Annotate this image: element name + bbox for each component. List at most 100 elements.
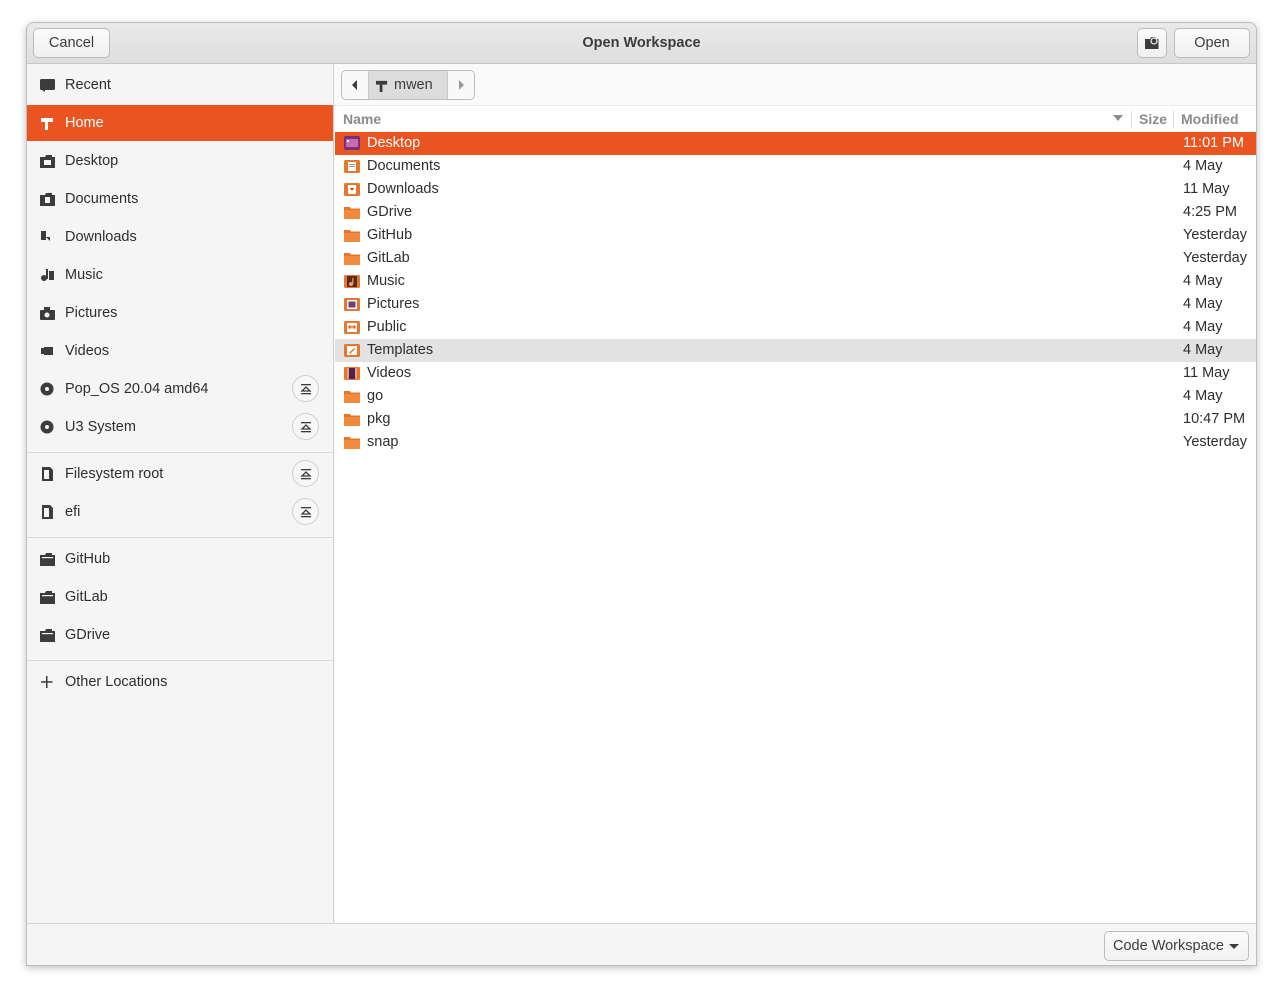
column-size[interactable]: Size (1139, 111, 1167, 127)
sidebar-separator (27, 660, 333, 661)
sidebar-item-documents[interactable]: Documents (27, 181, 333, 217)
file-modified: 4 May (1183, 319, 1223, 335)
file-modified: 4 May (1183, 296, 1223, 312)
eject-button[interactable] (292, 413, 319, 440)
folder-icon (344, 253, 360, 265)
file-row[interactable]: Documents 4 May (335, 155, 1256, 178)
sidebar-item-downloads[interactable]: Downloads (27, 219, 333, 255)
sidebar-separator (27, 537, 333, 538)
file-row[interactable]: Templates 4 May (335, 339, 1256, 362)
sidebar-item-label: Filesystem root (65, 466, 164, 482)
sidebar-item-desktop[interactable]: Desktop (27, 143, 333, 179)
eject-button[interactable] (292, 498, 319, 525)
sidebar-item-label: Recent (65, 77, 111, 93)
music-folder-icon (41, 269, 54, 281)
sidebar-item-label: GDrive (65, 627, 111, 643)
file-browser: mwen Name Size Modified Desktop 11:01 PM (335, 64, 1256, 923)
file-row[interactable]: Videos 11 May (335, 362, 1256, 385)
documents-folder-icon (344, 160, 360, 173)
file-modified: Yesterday (1183, 434, 1247, 450)
file-row[interactable]: go 4 May (335, 385, 1256, 408)
file-name: GitHub (367, 227, 413, 243)
file-row[interactable]: GitLab Yesterday (335, 247, 1256, 270)
public-folder-icon (344, 321, 360, 334)
optical-disc-icon (40, 420, 54, 434)
file-modified: 11 May (1183, 181, 1230, 197)
sidebar-item-filesystem-root[interactable]: Filesystem root (27, 456, 333, 492)
home-icon (375, 80, 388, 92)
eject-button[interactable] (292, 460, 319, 487)
documents-folder-icon (40, 193, 55, 206)
eject-button[interactable] (292, 375, 319, 402)
chevron-down-icon (1229, 944, 1239, 949)
file-row[interactable]: snap Yesterday (335, 431, 1256, 454)
file-name: Documents (367, 158, 441, 174)
file-modified: 4:25 PM (1183, 204, 1237, 220)
sidebar-item-music[interactable]: Music (27, 257, 333, 293)
new-folder-button[interactable] (1137, 28, 1167, 58)
file-name: snap (367, 434, 399, 450)
downloads-folder-icon (344, 183, 360, 196)
sidebar-item-home[interactable]: Home (27, 105, 333, 141)
bookmark-folder-icon (40, 553, 55, 566)
file-name: Templates (367, 342, 434, 358)
file-row[interactable]: Desktop 11:01 PM (335, 132, 1256, 155)
sidebar-item-videos[interactable]: Videos (27, 333, 333, 369)
sidebar-separator (27, 452, 333, 453)
column-separator (1173, 110, 1174, 128)
sidebar-item-u3-system[interactable]: U3 System (27, 409, 333, 445)
sidebar-item-gdrive[interactable]: GDrive (27, 617, 333, 653)
sidebar-item-other-locations[interactable]: Other Locations (27, 664, 333, 700)
drive-icon (42, 505, 53, 519)
music-folder-icon (344, 275, 360, 288)
sidebar-item-github[interactable]: GitHub (27, 541, 333, 577)
chevron-right-icon (459, 80, 464, 90)
file-row[interactable]: pkg 10:47 PM (335, 408, 1256, 431)
file-row[interactable]: GitHub Yesterday (335, 224, 1256, 247)
path-back-button[interactable] (342, 71, 368, 99)
videos-folder-icon (41, 347, 53, 355)
header-bar: Cancel Open Workspace Open (27, 23, 1256, 64)
folder-icon (344, 207, 360, 219)
path-forward-button[interactable] (448, 71, 474, 99)
sidebar-item-label: Home (65, 115, 104, 131)
pictures-folder-icon (344, 298, 360, 311)
file-modified: 4 May (1183, 273, 1223, 289)
column-name[interactable]: Name (343, 111, 381, 127)
path-segment-home[interactable]: mwen (368, 71, 448, 99)
sidebar-item-label: GitLab (65, 589, 108, 605)
path-segment-label: mwen (394, 77, 433, 93)
desktop-folder-icon (344, 136, 360, 150)
sidebar-item-pictures[interactable]: Pictures (27, 295, 333, 331)
sidebar-item-label: Pictures (65, 305, 118, 321)
column-modified[interactable]: Modified (1181, 111, 1239, 127)
file-row[interactable]: GDrive 4:25 PM (335, 201, 1256, 224)
sidebar-item-recent[interactable]: Recent (27, 67, 333, 103)
sidebar-item-label: Other Locations (65, 674, 168, 690)
sidebar-item-gitlab[interactable]: GitLab (27, 579, 333, 615)
file-chooser-dialog: Cancel Open Workspace Open Recent Home D… (26, 22, 1257, 966)
file-row[interactable]: Downloads 11 May (335, 178, 1256, 201)
templates-folder-icon (344, 344, 360, 357)
file-name: Pictures (367, 296, 420, 312)
filter-label: Code Workspace (1113, 938, 1224, 954)
file-row[interactable]: Public 4 May (335, 316, 1256, 339)
file-modified: 4 May (1183, 342, 1223, 358)
open-button[interactable]: Open (1174, 28, 1250, 58)
folder-icon (344, 391, 360, 403)
eject-icon (299, 468, 312, 479)
folder-new-icon (1145, 37, 1159, 49)
file-name: Music (367, 273, 405, 289)
file-row[interactable]: Pictures 4 May (335, 293, 1256, 316)
sidebar-item-pop-os[interactable]: Pop_OS 20.04 amd64 (27, 371, 333, 407)
file-row[interactable]: Music 4 May (335, 270, 1256, 293)
file-modified: Yesterday (1183, 227, 1247, 243)
sidebar-item-efi[interactable]: efi (27, 494, 333, 530)
sidebar-item-label: Downloads (65, 229, 137, 245)
file-type-filter-dropdown[interactable]: Code Workspace (1104, 931, 1249, 961)
file-name: Videos (367, 365, 412, 381)
sidebar-item-label: efi (65, 504, 81, 520)
file-name: GitLab (367, 250, 410, 266)
eject-icon (299, 383, 312, 394)
eject-icon (299, 421, 312, 432)
